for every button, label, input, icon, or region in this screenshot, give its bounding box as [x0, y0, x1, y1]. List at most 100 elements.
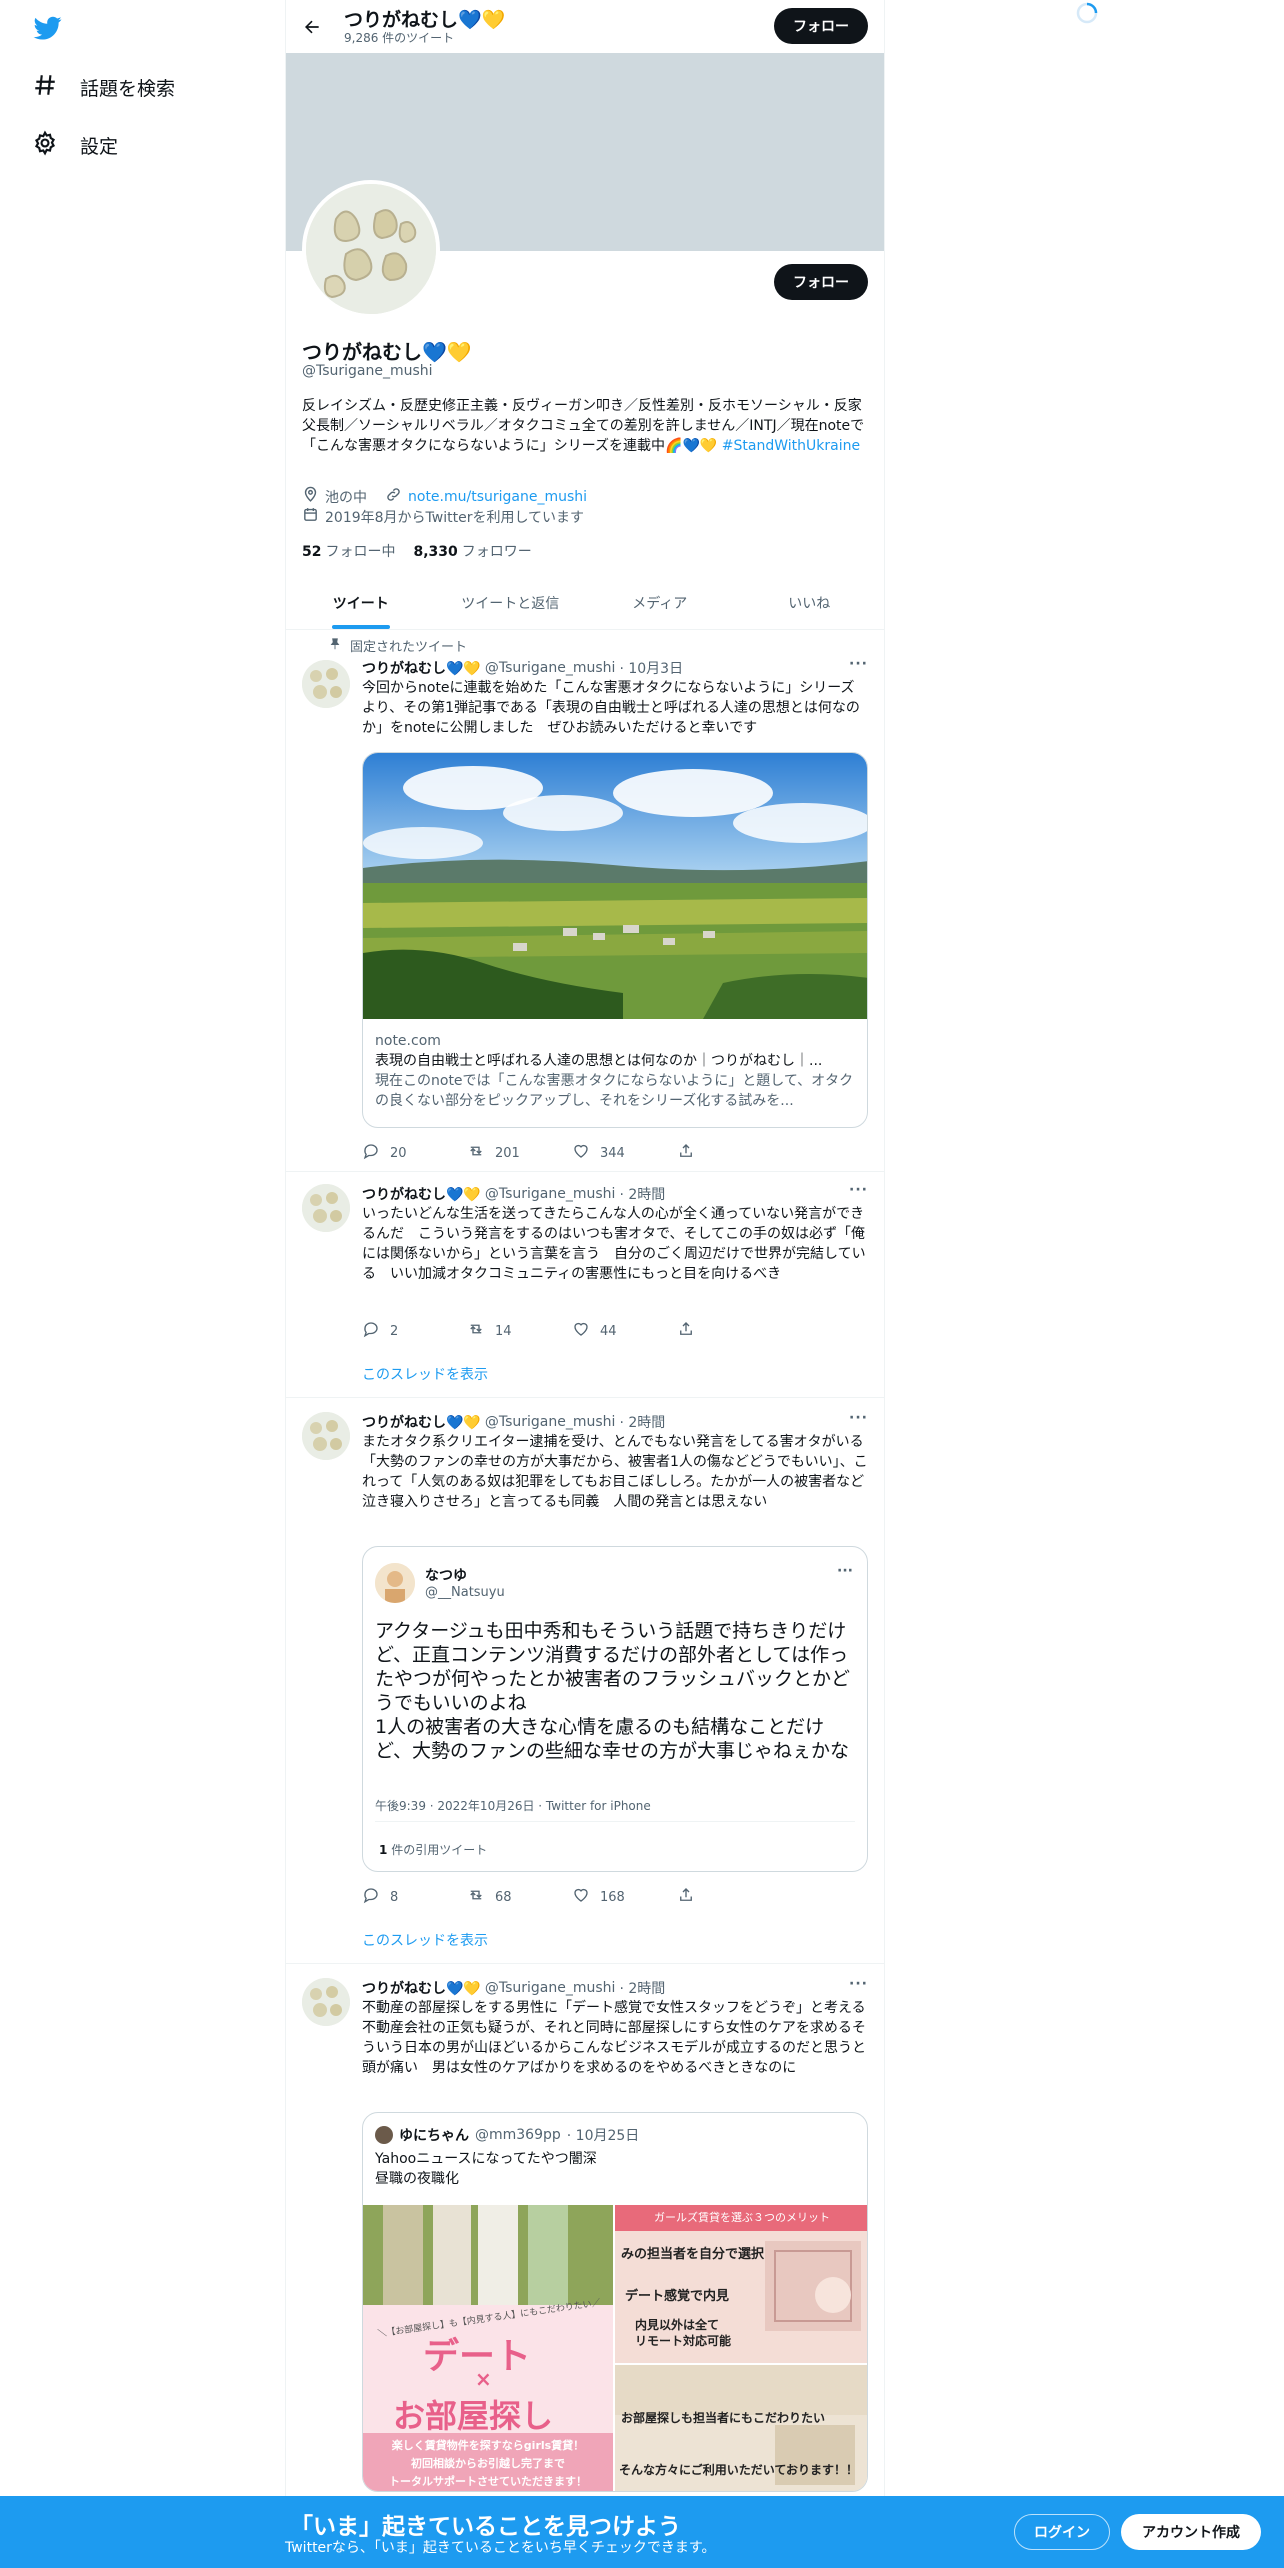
following-stat[interactable]: 52 フォロー中	[302, 541, 395, 561]
avatar[interactable]	[302, 1978, 350, 2026]
quoted-image-left[interactable]: ＼【お部屋探し】も【内見する人】にもこだわりたい／ デート × お部屋探し 楽し…	[363, 2205, 613, 2491]
quote-count-row[interactable]: 1 件の引用ツイート	[379, 1841, 487, 1858]
quoted-author-name: なつゆ	[425, 1568, 467, 1584]
gear-icon	[32, 130, 58, 161]
tweet-author-name[interactable]: つりがねむし💙💛	[362, 1978, 481, 1998]
more-options-icon[interactable]: ···	[849, 1976, 868, 1992]
tweet[interactable]: つりがねむし💙💛 @Tsurigane_mushi · 2時間 ··· またオタ…	[286, 1398, 884, 1964]
tweet-time[interactable]: · 10月3日	[619, 658, 683, 678]
tweet-author-handle[interactable]: @Tsurigane_mushi	[485, 1414, 616, 1430]
show-thread-link[interactable]: このスレッドを表示	[362, 1930, 488, 1950]
retweet-icon	[467, 1142, 485, 1164]
tab-media[interactable]: メディア	[585, 577, 735, 629]
retweet-button[interactable]: 14	[467, 1320, 572, 1342]
link-card[interactable]: note.com 表現の自由戦士と呼ばれる人達の思想とは何なのか｜つりがねむし｜…	[362, 752, 868, 1128]
tweet-author-name[interactable]: つりがねむし💙💛	[362, 658, 481, 678]
link-card-image	[363, 753, 867, 1019]
tab-tweets-and-replies[interactable]: ツイートと返信	[436, 577, 586, 629]
reply-icon	[362, 1886, 380, 1908]
reply-button[interactable]: 20	[362, 1142, 467, 1164]
quoted-tweet[interactable]: なつゆ @__Natsuyu ··· アクタージュも田中秀和もそういう話題で持ち…	[362, 1546, 868, 1872]
following-label: フォロー中	[325, 544, 396, 560]
login-button[interactable]: ログイン	[1014, 2514, 1110, 2550]
tweet-text: いったいどんな生活を送ってきたらこんな人の心が全く通っていない発言ができるんだ …	[362, 1206, 866, 1282]
signup-button[interactable]: アカウント作成	[1121, 2514, 1261, 2550]
nav-settings-label: 設定	[80, 136, 119, 158]
profile-follow-button[interactable]: フォロー	[774, 264, 868, 300]
more-options-icon[interactable]: ···	[837, 1563, 853, 1579]
share-icon	[677, 1142, 695, 1164]
back-arrow-icon[interactable]	[296, 11, 328, 43]
calendar-icon	[302, 506, 319, 527]
avatar[interactable]	[302, 1184, 350, 1232]
nav-explore-label: 話題を検索	[80, 78, 176, 100]
show-thread-link[interactable]: このスレッドを表示	[362, 1364, 488, 1384]
profile-joined-row: 2019年8月からTwitterを利用しています	[302, 506, 584, 527]
profile-tabs: ツイート ツイートと返信 メディア いいね	[286, 577, 884, 630]
pin-icon	[328, 637, 342, 655]
promo-right-line-3: 内見以外は全て リモート対応可能	[635, 2318, 732, 2348]
nav-explore[interactable]: 話題を検索	[32, 72, 175, 103]
quoted-author-handle: @mm369pp	[475, 2127, 561, 2143]
tweet-author-name[interactable]: つりがねむし💙💛	[362, 1184, 481, 1204]
profile-follow-stats: 52 フォロー中 8,330 フォロワー	[302, 541, 532, 561]
followers-stat[interactable]: 8,330 フォロワー	[413, 541, 531, 561]
share-button[interactable]	[677, 1142, 782, 1164]
tweet-author-handle[interactable]: @Tsurigane_mushi	[485, 660, 616, 676]
tweet[interactable]: つりがねむし💙💛 @Tsurigane_mushi · 2時間 ··· 不動産の…	[286, 1964, 884, 2568]
twitter-logo-icon[interactable]	[32, 14, 64, 42]
tweet-time[interactable]: · 2時間	[619, 1412, 665, 1432]
quoted-image-right-bottom[interactable]: お部屋探しも担当者にもこだわりたい そんな方々にご利用いただいております！！	[615, 2365, 867, 2491]
tab-likes[interactable]: いいね	[735, 577, 885, 629]
more-options-icon[interactable]: ···	[849, 1410, 868, 1426]
tweet-text: 今回からnoteに連載を始めた「こんな害悪オタクにならないように」シリーズより、…	[362, 680, 860, 736]
quote-count: 1	[379, 1843, 388, 1857]
avatar[interactable]	[302, 1412, 350, 1460]
retweet-button[interactable]: 68	[467, 1886, 572, 1908]
tweet-actions: 2 14 44	[362, 1320, 782, 1342]
quoted-time: · 10月25日	[566, 2128, 640, 2144]
tweet-header: つりがねむし💙💛 @Tsurigane_mushi · 2時間	[362, 1412, 665, 1432]
tweet-author-name[interactable]: つりがねむし💙💛	[362, 1412, 481, 1432]
tweet-time[interactable]: · 2時間	[619, 1184, 665, 1204]
retweet-icon	[467, 1886, 485, 1908]
tweet-text: 不動産の部屋探しをする男性に「デート感覚で女性スタッフをどうぞ」と考える不動産会…	[362, 2000, 866, 2076]
bio-hashtag-link[interactable]: #StandWithUkraine	[722, 438, 860, 454]
retweet-count: 14	[495, 1323, 512, 1339]
reply-count: 8	[390, 1889, 399, 1905]
followers-count: 8,330	[413, 544, 458, 560]
share-button[interactable]	[677, 1886, 782, 1908]
quoted-author-name: ゆにちゃん	[399, 2128, 469, 2144]
reply-button[interactable]: 2	[362, 1320, 467, 1342]
quoted-text: アクタージュも田中秀和もそういう話題で持ちきりだけど、正直コンテンツ消費するだけ…	[375, 1620, 851, 1762]
profile-name: つりがねむし💙💛	[302, 340, 472, 364]
nav-settings[interactable]: 設定	[32, 130, 118, 161]
quoted-image-right-top[interactable]: ガールズ賃貸を選ぶ３つのメリット みの担当者を自分で選択 デート感覚で内見 内見…	[615, 2205, 867, 2363]
quoted-text: Yahooニュースになってたやつ闇深 昼職の夜職化	[375, 2151, 597, 2187]
pinned-indicator: 固定されたツイート	[328, 636, 467, 655]
reply-button[interactable]: 8	[362, 1886, 467, 1908]
reply-count: 20	[390, 1145, 407, 1161]
promo-right-bottom-1: お部屋探しも担当者にもこだわりたい	[621, 2411, 826, 2425]
profile-avatar[interactable]	[302, 180, 440, 318]
tweet-author-handle[interactable]: @Tsurigane_mushi	[485, 1980, 616, 1996]
like-button[interactable]: 44	[572, 1320, 677, 1342]
quoted-author-handle: @__Natsuyu	[425, 1585, 505, 1600]
like-count: 168	[600, 1889, 625, 1905]
retweet-button[interactable]: 201	[467, 1142, 572, 1164]
like-button[interactable]: 168	[572, 1886, 677, 1908]
header-follow-button[interactable]: フォロー	[774, 8, 868, 44]
tweet[interactable]: つりがねむし💙💛 @Tsurigane_mushi · 2時間 ··· いったい…	[286, 1172, 884, 1398]
tab-tweets[interactable]: ツイート	[286, 577, 436, 629]
quoted-tweet[interactable]: ゆにちゃん @mm369pp · 10月25日 Yahooニュースになってたやつ…	[362, 2112, 868, 2492]
tweet-author-handle[interactable]: @Tsurigane_mushi	[485, 1186, 616, 1202]
more-options-icon[interactable]: ···	[849, 1182, 868, 1198]
like-button[interactable]: 344	[572, 1142, 677, 1164]
tweet-time[interactable]: · 2時間	[619, 1978, 665, 1998]
avatar[interactable]	[302, 660, 350, 708]
more-options-icon[interactable]: ···	[849, 656, 868, 672]
like-count: 344	[600, 1145, 625, 1161]
profile-website-link[interactable]: note.mu/tsurigane_mushi	[408, 489, 587, 505]
tweet-pinned[interactable]: 固定されたツイート つりがねむし💙💛 @Tsurigane_mushi · 10…	[286, 630, 884, 1172]
share-button[interactable]	[677, 1320, 782, 1342]
